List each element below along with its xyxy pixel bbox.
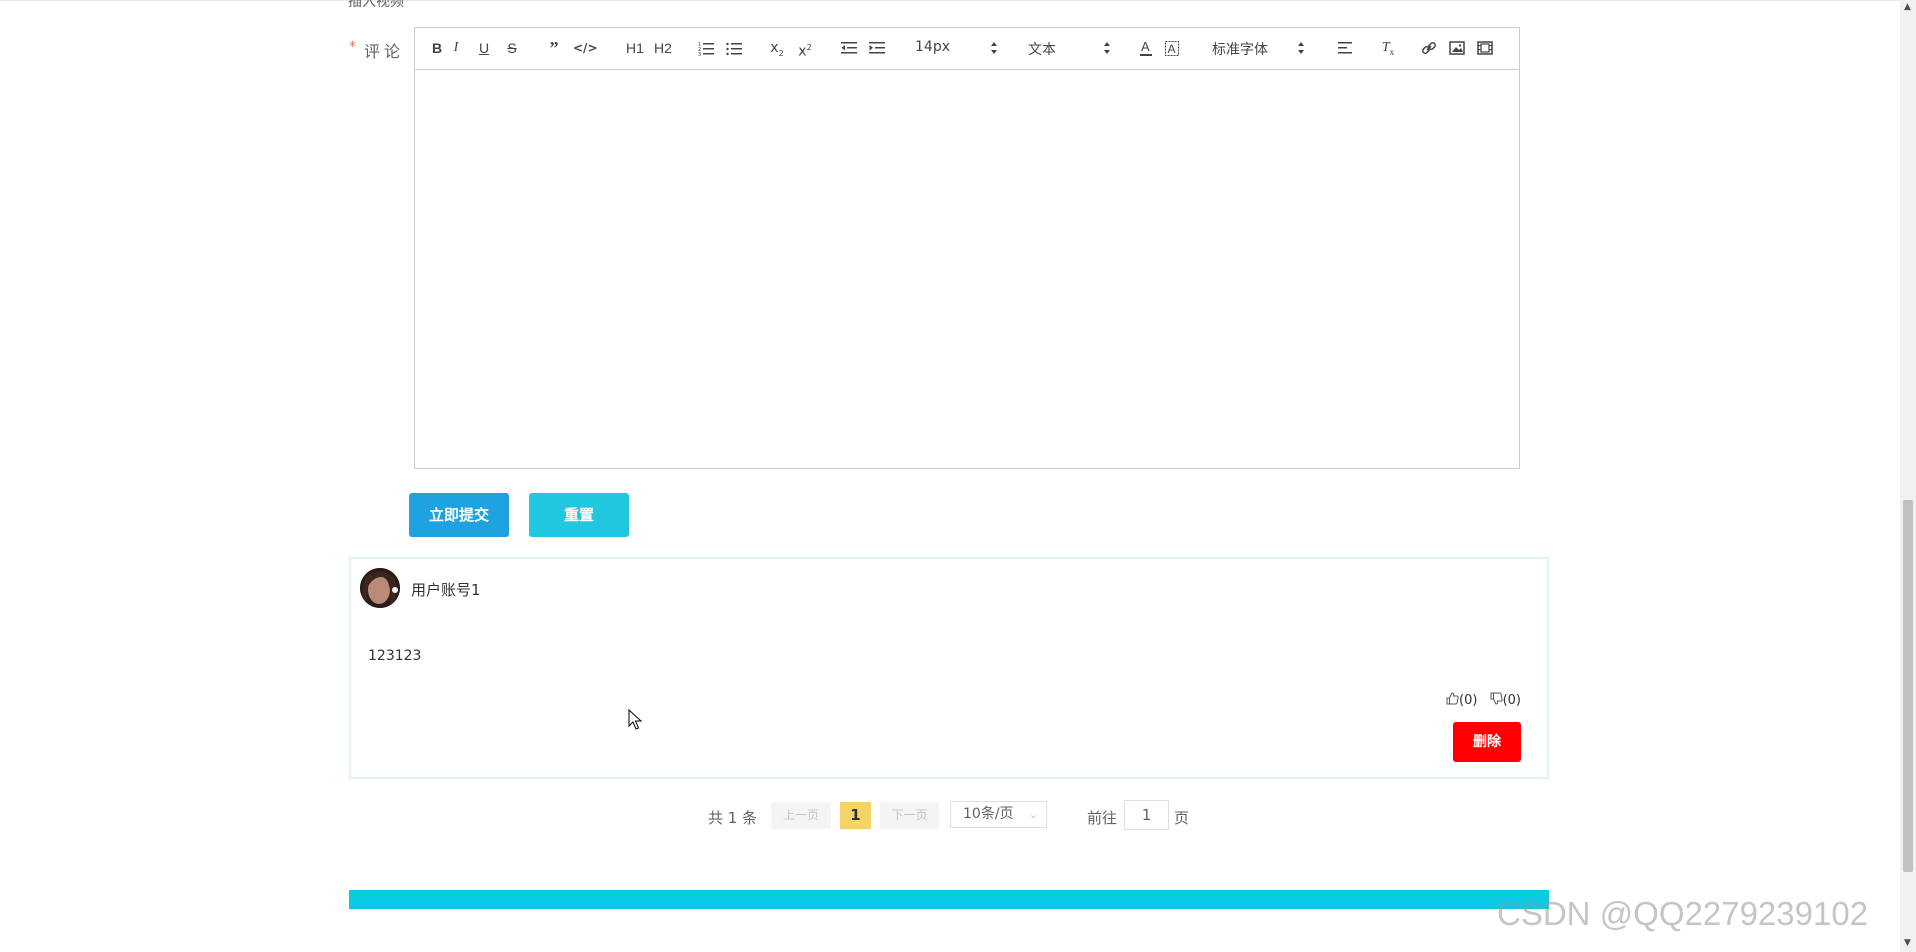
- outdent-icon[interactable]: [841, 38, 859, 58]
- comment-label: 评论: [364, 42, 405, 61]
- watermark: CSDN @QQ2279239102: [1497, 895, 1869, 932]
- rich-text-editor: B I U S ” </> H1 H2 123 x2 x2 14px 文本 A …: [414, 27, 1520, 469]
- ordered-list-icon[interactable]: 123: [698, 38, 716, 58]
- header1-label: H1: [626, 40, 644, 56]
- svg-text:A: A: [1141, 39, 1150, 54]
- page-number-current[interactable]: 1: [840, 802, 871, 829]
- font-family-select[interactable]: 标准字体: [1212, 39, 1268, 59]
- delete-button[interactable]: 删除: [1453, 722, 1521, 762]
- image-icon[interactable]: [1449, 38, 1467, 58]
- blockquote-icon[interactable]: ”: [545, 38, 563, 58]
- bold-icon[interactable]: B: [429, 38, 445, 58]
- indent-icon[interactable]: [869, 38, 887, 58]
- page-size-value: 10条/页: [963, 806, 1014, 822]
- header2-label: H2: [654, 40, 672, 56]
- footer-bar: [349, 890, 1549, 909]
- dislike-count: (0): [1502, 693, 1521, 708]
- svg-text:3: 3: [698, 52, 701, 58]
- header1-icon[interactable]: H1: [625, 38, 645, 58]
- superscript-icon[interactable]: x2: [796, 38, 814, 60]
- editor-toolbar: B I U S ” </> H1 H2 123 x2 x2 14px 文本 A …: [415, 28, 1519, 70]
- font-size-arrows-icon: [991, 42, 997, 54]
- page-size-select[interactable]: 10条/页 ⌄: [950, 801, 1047, 828]
- reset-button[interactable]: 重置: [529, 493, 629, 537]
- scroll-down-icon[interactable]: ▼: [1904, 938, 1911, 948]
- thumbs-down-icon[interactable]: [1490, 692, 1503, 709]
- scroll-thumb[interactable]: [1903, 500, 1913, 872]
- page-unit-label: 页: [1174, 809, 1190, 827]
- comment-text: 123123: [368, 648, 422, 664]
- prev-page-button[interactable]: 上一页: [771, 802, 831, 829]
- font-color-icon[interactable]: A: [1139, 38, 1155, 58]
- font-size-select[interactable]: 14px: [915, 39, 950, 55]
- subscript-icon[interactable]: x2: [768, 38, 786, 58]
- underline-icon[interactable]: U: [476, 38, 492, 58]
- align-icon[interactable]: [1337, 38, 1355, 58]
- goto-label: 前往: [1087, 809, 1118, 827]
- cut-off-label: 插入视频: [348, 0, 404, 10]
- pagination-total: 共 1 条: [708, 809, 758, 827]
- strikethrough-icon[interactable]: S: [504, 38, 520, 58]
- comment-username: 用户账号1: [411, 581, 481, 599]
- clear-format-icon[interactable]: Tx: [1379, 38, 1397, 58]
- svg-text:A: A: [1168, 42, 1176, 56]
- required-mark: *: [349, 39, 356, 55]
- thumbs-up-icon[interactable]: [1446, 692, 1459, 709]
- code-block-icon[interactable]: </>: [573, 38, 598, 58]
- next-page-button[interactable]: 下一页: [880, 802, 939, 829]
- italic-icon[interactable]: I: [448, 38, 464, 58]
- goto-page-input[interactable]: 1: [1124, 800, 1169, 830]
- bullet-list-icon[interactable]: [726, 38, 744, 58]
- background-color-icon[interactable]: A: [1165, 38, 1181, 58]
- chevron-down-icon: ⌄: [1028, 808, 1038, 821]
- top-divider: [0, 0, 1900, 1]
- like-count: (0): [1459, 693, 1478, 708]
- editor-content-area[interactable]: [415, 70, 1519, 468]
- comment-stats: (0) (0): [1446, 692, 1521, 709]
- comment-card: 用户账号1 123123 (0) (0) 删除: [349, 557, 1549, 779]
- header-type-arrows-icon: [1104, 42, 1110, 54]
- video-icon[interactable]: [1477, 38, 1495, 58]
- font-family-arrows-icon: [1298, 42, 1304, 54]
- page-scrollbar[interactable]: ▲ ▼: [1900, 0, 1916, 952]
- submit-button[interactable]: 立即提交: [409, 493, 509, 537]
- avatar: [360, 568, 400, 608]
- link-icon[interactable]: [1421, 38, 1439, 58]
- header-type-select[interactable]: 文本: [1028, 39, 1056, 59]
- mouse-cursor-icon: [628, 709, 642, 730]
- header2-icon[interactable]: H2: [653, 38, 673, 58]
- scroll-up-icon[interactable]: ▲: [1904, 2, 1911, 12]
